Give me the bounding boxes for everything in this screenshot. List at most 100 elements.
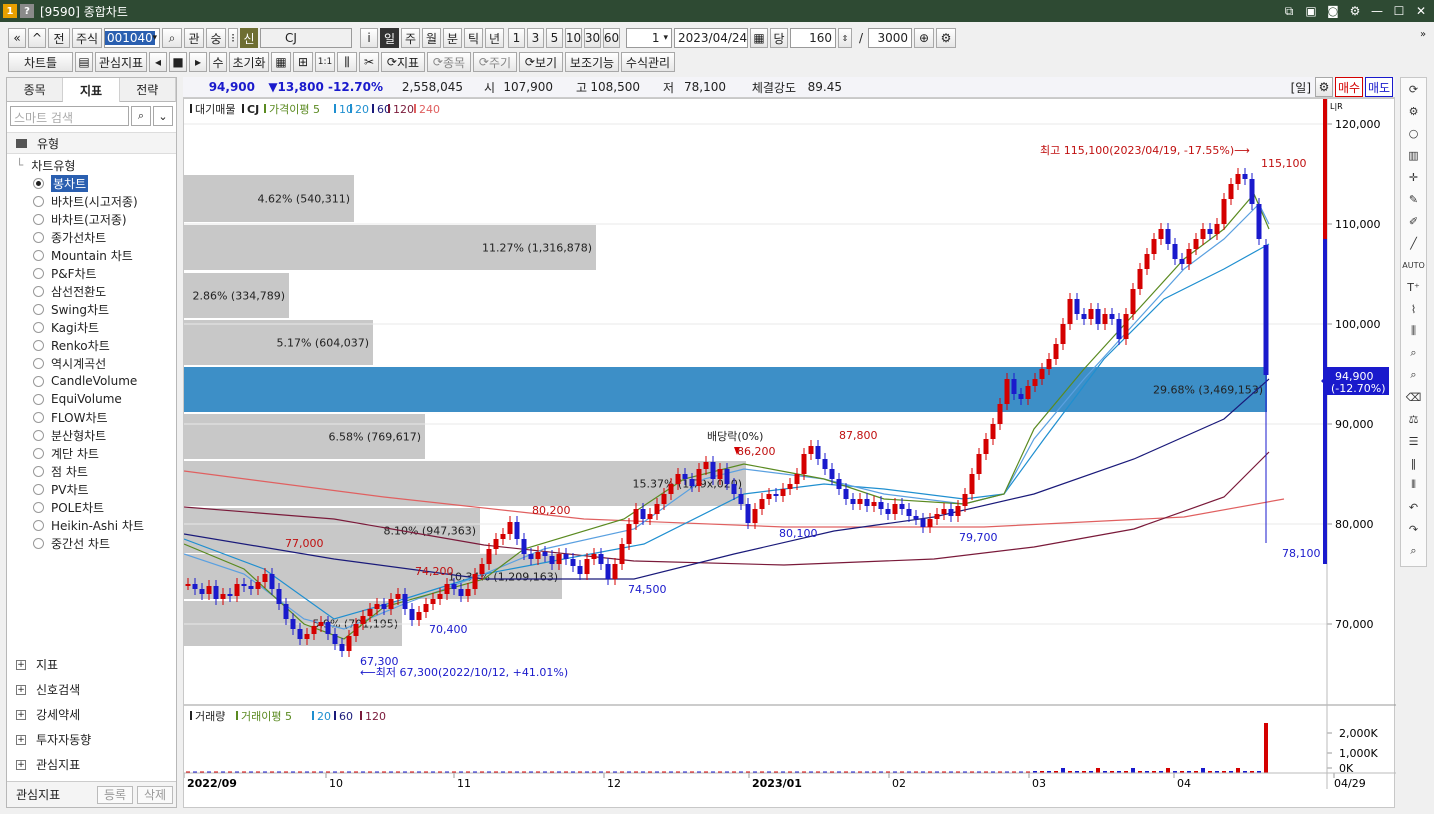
radio-icon[interactable] <box>33 483 44 495</box>
separator-button[interactable]: ⁝ <box>228 28 238 48</box>
vertical-lines-2-icon[interactable]: ⦀ <box>1401 474 1426 496</box>
chevron-down-icon[interactable]: ▾ <box>152 33 157 43</box>
radio-icon[interactable] <box>33 465 44 477</box>
tree-indicator[interactable]: + 지표 <box>7 652 176 677</box>
chart-type-item[interactable]: 계단 차트 <box>7 444 176 462</box>
total-input[interactable]: 3000 <box>868 28 913 48</box>
zoom-detail-icon[interactable]: ⌕ <box>1401 364 1426 386</box>
sort-button[interactable]: 숭 <box>206 28 226 48</box>
interest-indicator-button[interactable]: 관심지표 <box>95 52 147 72</box>
settings-icon[interactable]: ⚙ <box>1346 2 1364 20</box>
gear-icon[interactable]: ⚙ <box>1315 77 1333 97</box>
radio-icon[interactable] <box>33 429 44 441</box>
chart-type-item[interactable]: P&F차트 <box>7 264 176 282</box>
auto-icon[interactable]: AUTO <box>1401 254 1426 276</box>
info-button[interactable]: i <box>360 28 378 48</box>
candle-icon[interactable]: ⫼ <box>337 52 357 72</box>
chart-type-item[interactable]: EquiVolume <box>7 390 176 408</box>
grid-icon[interactable]: ⊞ <box>293 52 313 72</box>
chart-type-item[interactable]: Renko차트 <box>7 336 176 354</box>
view-button[interactable]: ⟳ 보기 <box>519 52 563 72</box>
radio-icon[interactable] <box>33 249 44 261</box>
nav-up-button[interactable]: ^ <box>28 28 46 48</box>
pen-icon[interactable]: ✐ <box>1401 210 1426 232</box>
pencil-icon[interactable]: ✎ <box>1401 188 1426 210</box>
count-input[interactable]: 160 <box>790 28 836 48</box>
gear-icon[interactable]: ⚙ <box>936 28 957 48</box>
prev-button[interactable]: 전 <box>48 28 70 48</box>
period-month-button[interactable]: 월 <box>422 28 441 48</box>
circle-icon[interactable]: ○ <box>1401 122 1426 144</box>
min-1-button[interactable]: 1 <box>508 28 525 48</box>
fibonacci-icon[interactable]: ☰ <box>1401 430 1426 452</box>
help-icon[interactable]: ? <box>20 4 34 18</box>
period-year-button[interactable]: 년 <box>485 28 504 48</box>
chart-frame-button[interactable]: 차트틀 <box>8 52 73 72</box>
indicator-button[interactable]: ⟳ 지표 <box>381 52 425 72</box>
chart-type-item[interactable]: Mountain 차트 <box>7 246 176 264</box>
radio-icon[interactable] <box>33 339 44 351</box>
radio-icon[interactable] <box>33 501 44 513</box>
crosshair-icon[interactable]: ✛ <box>1401 166 1426 188</box>
register-button[interactable]: 등록 <box>97 785 133 804</box>
radio-icon[interactable] <box>33 213 44 225</box>
nav-first-button[interactable]: « <box>8 28 26 48</box>
arrow-left-icon[interactable]: ◂ <box>149 52 167 72</box>
undo-icon[interactable]: ↶ <box>1401 496 1426 518</box>
tree-interest-indicator[interactable]: + 관심지표 <box>7 752 176 777</box>
smart-search-input[interactable]: 스마트 검색 <box>10 106 129 126</box>
search-button[interactable]: ⌕ <box>162 28 182 48</box>
link-icon[interactable]: ⧉ <box>1280 2 1298 20</box>
tab-stock[interactable]: 종목 <box>7 78 64 102</box>
current-button[interactable]: 당 <box>770 28 788 48</box>
chart-type-item[interactable]: 바차트(시고저종) <box>7 192 176 210</box>
su-button[interactable]: 수 <box>209 52 227 72</box>
radio-icon[interactable] <box>33 267 44 279</box>
magnifier-icon[interactable]: ⌕ <box>1401 540 1426 562</box>
relation-button[interactable]: 관 <box>184 28 204 48</box>
gear-icon[interactable]: ⚙ <box>1401 100 1426 122</box>
tree-signal-search[interactable]: + 신호검색 <box>7 677 176 702</box>
radio-icon[interactable] <box>33 375 44 387</box>
chart-type-item[interactable]: 점 차트 <box>7 462 176 480</box>
section-type[interactable]: 유형 <box>7 132 176 154</box>
vertical-lines-icon[interactable]: ‖ <box>1401 452 1426 474</box>
redo-icon[interactable]: ↷ <box>1401 518 1426 540</box>
save-icon[interactable]: ▤ <box>75 52 93 72</box>
sell-button[interactable]: 매도 <box>1365 77 1393 97</box>
text-icon[interactable]: T⁺ <box>1401 276 1426 298</box>
chart-type-item[interactable]: 삼선전환도 <box>7 282 176 300</box>
chart-area[interactable]: 4.62% (540,311) 11.27% (1,316,878) 2.86% (… <box>183 98 1396 808</box>
chart-type-item[interactable]: FLOW차트 <box>7 408 176 426</box>
tree-strong-weak[interactable]: + 강세약세 <box>7 702 176 727</box>
maximize-icon[interactable]: ☐ <box>1390 2 1408 20</box>
tab-strategy[interactable]: 전략 <box>119 78 176 102</box>
min-60-button[interactable]: 60 <box>603 28 620 48</box>
chevron-down-icon[interactable]: ▾ <box>663 33 668 43</box>
date-input[interactable]: 2023/04/24 <box>674 28 748 48</box>
chevron-down-icon[interactable]: ⌄ <box>153 106 173 126</box>
radio-icon[interactable] <box>33 195 44 207</box>
trend-line-icon[interactable]: ╱ <box>1401 232 1426 254</box>
radio-icon[interactable] <box>33 321 44 333</box>
search-icon[interactable]: ⌕ <box>131 106 151 126</box>
radio-icon[interactable] <box>33 393 44 405</box>
eraser-icon[interactable]: ⌫ <box>1401 386 1426 408</box>
ratio-button[interactable]: 1:1 <box>315 52 335 72</box>
chart-type-item[interactable]: Swing차트 <box>7 300 176 318</box>
formula-manage-button[interactable]: 수식관리 <box>621 52 675 72</box>
copy-icon[interactable]: ▣ <box>1302 2 1320 20</box>
zoom-select-icon[interactable]: ⌕ <box>1401 342 1426 364</box>
code-input[interactable]: 001040 ▾ <box>104 28 160 48</box>
minimize-icon[interactable]: — <box>1368 2 1386 20</box>
camera-icon[interactable]: ◙ <box>1324 2 1342 20</box>
period-button[interactable]: ⟳ 주기 <box>473 52 517 72</box>
radio-icon[interactable] <box>33 411 44 423</box>
chart-type-item[interactable]: Kagi차트 <box>7 318 176 336</box>
radio-icon[interactable] <box>33 537 44 549</box>
chart-type-item[interactable]: Heikin-Ashi 차트 <box>7 516 176 534</box>
reset-button[interactable]: 초기화 <box>229 52 269 72</box>
unit-select[interactable]: 1 ▾ <box>626 28 672 48</box>
candle-compare-icon[interactable]: ⫼ <box>1401 320 1426 342</box>
chart-type-item[interactable]: 봉차트 <box>7 174 176 192</box>
